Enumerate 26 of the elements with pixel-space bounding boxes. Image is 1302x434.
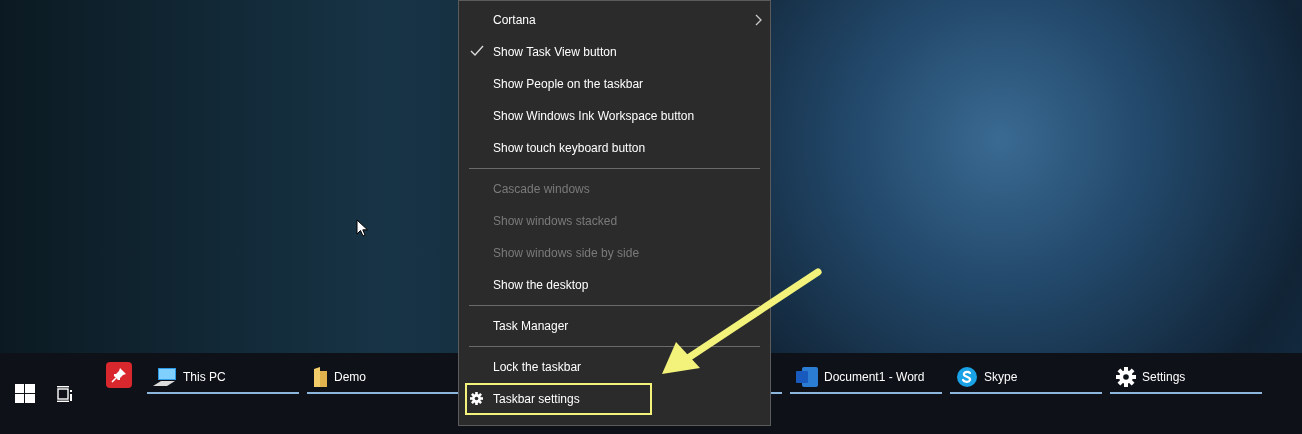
pushpin-app-icon[interactable] [106,362,132,388]
highlighted-menu-item[interactable]: Taskbar settings [465,383,652,415]
menu-item[interactable]: Lock the taskbar [459,351,770,383]
task-view-icon[interactable] [57,385,73,402]
menu-item[interactable]: Show People on the taskbar [459,68,770,100]
taskbar-button[interactable]: Document1 - Word [790,362,942,394]
chevron-right-icon [755,14,762,26]
checkmark-icon [470,45,484,56]
computer-icon [153,367,177,387]
menu-item[interactable]: Show Windows Ink Workspace button [459,100,770,132]
gear-icon [470,392,483,405]
mouse-cursor-icon [356,219,369,237]
start-icon[interactable] [15,384,35,403]
menu-item[interactable]: Cortana [459,4,770,36]
word-document-icon [796,367,818,387]
menu-item[interactable]: Show the desktop [459,269,770,301]
menu-item[interactable]: Show Task View button [459,36,770,68]
gear-icon [1116,367,1136,387]
menu-item[interactable]: Show touch keyboard button [459,132,770,164]
taskbar-button[interactable]: Skype [950,362,1102,394]
menu-item[interactable]: Task Manager [459,310,770,342]
taskbar-button[interactable]: This PC [147,362,299,394]
chat-app-icon [956,366,978,388]
taskbar-button[interactable]: Settings [1110,362,1262,394]
folder-icon [313,367,328,387]
pushpin-icon [111,367,127,383]
